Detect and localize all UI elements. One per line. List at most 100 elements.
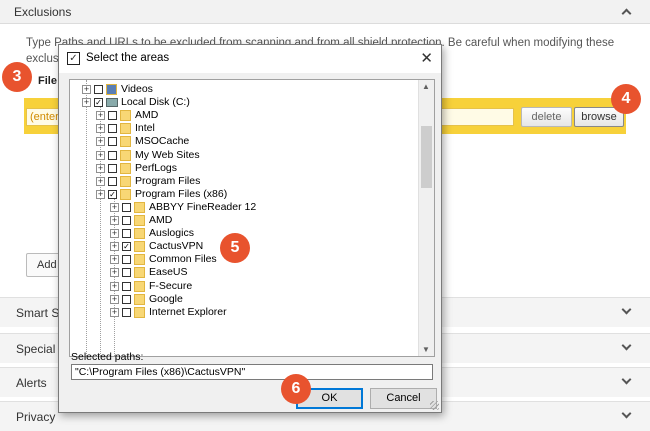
dialog-title: Select the areas xyxy=(86,52,170,64)
chevron-down-icon[interactable] xyxy=(621,304,632,315)
tree-item-checkbox[interactable] xyxy=(122,268,131,278)
step-marker-6: 6 xyxy=(281,374,311,404)
expand-toggle-icon[interactable]: + xyxy=(96,163,105,173)
folder-icon xyxy=(134,280,145,292)
expand-toggle-icon[interactable]: + xyxy=(96,111,105,121)
tree-item-checkbox[interactable] xyxy=(108,137,117,147)
tree-item-checkbox[interactable] xyxy=(94,85,103,94)
tree-item-checkbox[interactable] xyxy=(122,202,131,212)
tree-item-checkbox[interactable] xyxy=(122,294,131,304)
folder-icon xyxy=(134,254,145,266)
folder-tree[interactable]: + Videos + ✓ Local Disk (C:) + AMD + Intel + MSOCa… xyxy=(69,79,435,357)
close-icon[interactable]: ✕ xyxy=(420,49,433,67)
tree-item-checkbox[interactable] xyxy=(108,124,117,134)
expand-toggle-icon[interactable]: + xyxy=(96,189,105,199)
expand-toggle-icon[interactable]: + xyxy=(110,229,119,239)
folder-icon xyxy=(120,149,131,161)
folder-icon xyxy=(120,162,131,174)
scroll-down-icon[interactable]: ▼ xyxy=(422,345,430,354)
tree-item-label: Common Files xyxy=(149,253,217,266)
tree-item-checkbox[interactable] xyxy=(108,163,117,173)
tree-item-label: MSOCache xyxy=(135,135,190,148)
selected-paths-label: Selected paths: xyxy=(71,351,144,363)
expand-toggle-icon[interactable]: + xyxy=(82,98,91,108)
expand-toggle-icon[interactable]: + xyxy=(110,216,119,225)
tree-item-checkbox[interactable] xyxy=(108,111,117,121)
chevron-up-icon[interactable] xyxy=(621,8,632,19)
folder-icon xyxy=(120,123,131,135)
tree-item-label: EaseUS xyxy=(149,266,188,279)
tree-item-label: Videos xyxy=(121,83,153,95)
selected-paths-field[interactable]: "C:\Program Files (x86)\CactusVPN" xyxy=(71,364,433,380)
drive-icon xyxy=(106,98,118,108)
tree-item-label: F-Secure xyxy=(149,279,193,292)
step-marker-5: 5 xyxy=(220,233,250,263)
expand-toggle-icon[interactable]: + xyxy=(96,150,105,160)
tree-item-checkbox[interactable]: ✓ xyxy=(108,189,117,199)
tree-item-label: AMD xyxy=(135,109,159,122)
exclusions-title: Exclusions xyxy=(14,5,72,19)
tree-item-checkbox[interactable]: ✓ xyxy=(94,98,103,108)
folder-icon xyxy=(134,293,145,305)
folder-icon xyxy=(134,306,145,318)
chevron-down-icon[interactable] xyxy=(621,374,632,385)
tree-item-label: Auslogics xyxy=(149,227,194,240)
expand-toggle-icon[interactable]: + xyxy=(96,124,105,134)
checkbox-app-icon: ✓ xyxy=(67,52,80,65)
tree-guide-line xyxy=(86,80,87,356)
tree-item-checkbox[interactable] xyxy=(122,216,131,225)
expand-toggle-icon[interactable]: + xyxy=(82,85,91,94)
resize-grip-icon[interactable] xyxy=(430,401,439,410)
tree-item-label: Program Files xyxy=(135,174,201,187)
select-areas-dialog: ✓ Select the areas ✕ + Videos + ✓ Local Disk… xyxy=(58,44,442,413)
expand-toggle-icon[interactable]: + xyxy=(110,307,119,317)
folder-icon xyxy=(134,228,145,240)
folder-icon xyxy=(134,201,145,213)
tree-item-label: ABBYY FineReader 12 xyxy=(149,200,257,213)
video-folder-icon xyxy=(106,84,117,95)
folder-icon xyxy=(134,267,145,279)
tree-scrollbar[interactable]: ▲ ▼ xyxy=(418,80,434,356)
tree-item-label: Internet Explorer xyxy=(149,305,227,318)
folder-icon xyxy=(134,241,145,253)
step-marker-3: 3 xyxy=(2,62,32,92)
scroll-up-icon[interactable]: ▲ xyxy=(422,82,430,91)
tree-item-label: Program Files (x86) xyxy=(135,187,228,200)
section-label: Privacy xyxy=(16,410,56,424)
step-marker-4: 4 xyxy=(611,84,641,114)
expand-toggle-icon[interactable]: + xyxy=(110,242,119,252)
expand-toggle-icon[interactable]: + xyxy=(110,255,119,265)
expand-toggle-icon[interactable]: + xyxy=(110,281,119,291)
folder-tree-content: + Videos + ✓ Local Disk (C:) + AMD + Intel + MSOCa… xyxy=(70,80,420,356)
delete-button[interactable]: delete xyxy=(521,107,572,127)
folder-icon xyxy=(120,110,131,122)
tree-item-checkbox[interactable] xyxy=(122,255,131,265)
tree-item-checkbox[interactable] xyxy=(108,150,117,160)
tree-item-checkbox[interactable] xyxy=(108,176,117,186)
file-tab-label[interactable]: File xyxy=(38,75,57,87)
expand-toggle-icon[interactable]: + xyxy=(110,294,119,304)
folder-icon xyxy=(120,188,131,200)
scrollbar-thumb[interactable] xyxy=(421,126,432,188)
tree-item-checkbox[interactable]: ✓ xyxy=(122,242,131,252)
tree-item-checkbox[interactable] xyxy=(122,281,131,291)
chevron-down-icon[interactable] xyxy=(621,340,632,351)
section-label: Alerts xyxy=(16,376,47,390)
expand-toggle-icon[interactable]: + xyxy=(110,268,119,278)
expand-toggle-icon[interactable]: + xyxy=(96,137,105,147)
tree-item-label: Intel xyxy=(135,122,155,135)
tree-item-label: AMD xyxy=(149,214,173,226)
dialog-titlebar[interactable]: ✓ Select the areas ✕ xyxy=(59,45,441,73)
tree-item-checkbox[interactable] xyxy=(122,307,131,317)
cancel-button[interactable]: Cancel xyxy=(370,388,437,409)
tree-item-label: Google xyxy=(149,292,183,305)
folder-icon xyxy=(120,136,131,148)
tree-item-label: CactusVPN xyxy=(149,240,204,253)
expand-toggle-icon[interactable]: + xyxy=(110,202,119,212)
tree-item-label: PerfLogs xyxy=(135,161,178,174)
tree-item-checkbox[interactable] xyxy=(122,229,131,239)
expand-toggle-icon[interactable]: + xyxy=(96,176,105,186)
tree-item-label: My Web Sites xyxy=(135,148,200,161)
exclusions-header[interactable]: Exclusions xyxy=(0,0,650,24)
tree-item-label: Local Disk (C:) xyxy=(121,96,190,109)
